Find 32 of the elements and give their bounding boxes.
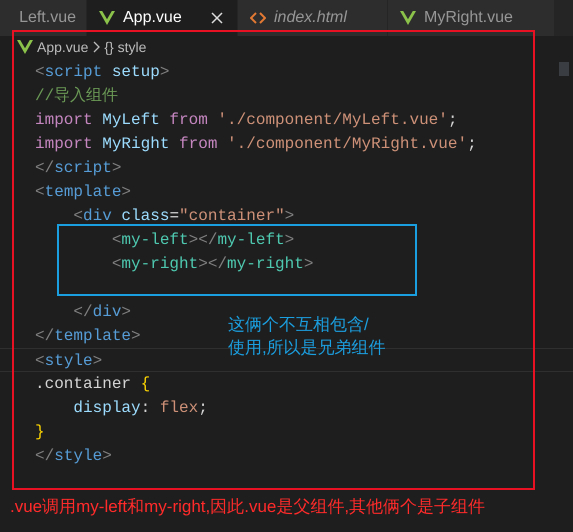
v-logo-icon (99, 11, 115, 25)
annotation-note: 这俩个不互相包含/ (228, 314, 370, 336)
editor-tab[interactable]: App.vue (87, 0, 238, 36)
code-line: <style> (35, 352, 102, 370)
code-line: <my-left></my-left> (110, 231, 294, 249)
code-line: <my-right></my-right> (110, 255, 314, 273)
code-line: } (35, 423, 45, 441)
editor-tab[interactable]: Left.vue (0, 0, 87, 36)
code-line: display: flex; (72, 399, 208, 417)
code-line: <script setup> (35, 63, 170, 81)
code-line: </style> (35, 447, 112, 465)
annotation-caption: .vue调用my-left和my-right,因此.vue是父组件,其他俩个是子组件 (10, 496, 486, 518)
breadcrumb-item[interactable]: App.vue (37, 36, 88, 58)
code-line: .container { (35, 375, 150, 393)
code-line: import MyLeft from './component/MyLeft.vue'; (35, 111, 458, 129)
code-line: //导入组件 (35, 87, 118, 105)
code-line: <template> (35, 183, 132, 201)
editor-tab[interactable]: MyRight.vue (388, 0, 555, 36)
code-line: </script> (35, 159, 122, 177)
editor-tab[interactable]: index.html (238, 0, 388, 36)
code-line: <div class="container"> (72, 207, 294, 225)
v-logo-icon (17, 40, 33, 54)
code-line: </template> (35, 327, 141, 345)
minimap (559, 62, 569, 76)
chevron-right-icon (92, 41, 100, 53)
annotation-note: 使用,所以是兄弟组件 (228, 337, 386, 359)
close-icon[interactable] (211, 12, 223, 24)
breadcrumb-item[interactable]: {} style (104, 36, 146, 58)
code-line: import MyRight from './component/MyRight.vue'; (35, 135, 477, 153)
code-line: </div> (72, 303, 132, 321)
code-brackets-icon (250, 11, 266, 25)
v-logo-icon (400, 11, 416, 25)
